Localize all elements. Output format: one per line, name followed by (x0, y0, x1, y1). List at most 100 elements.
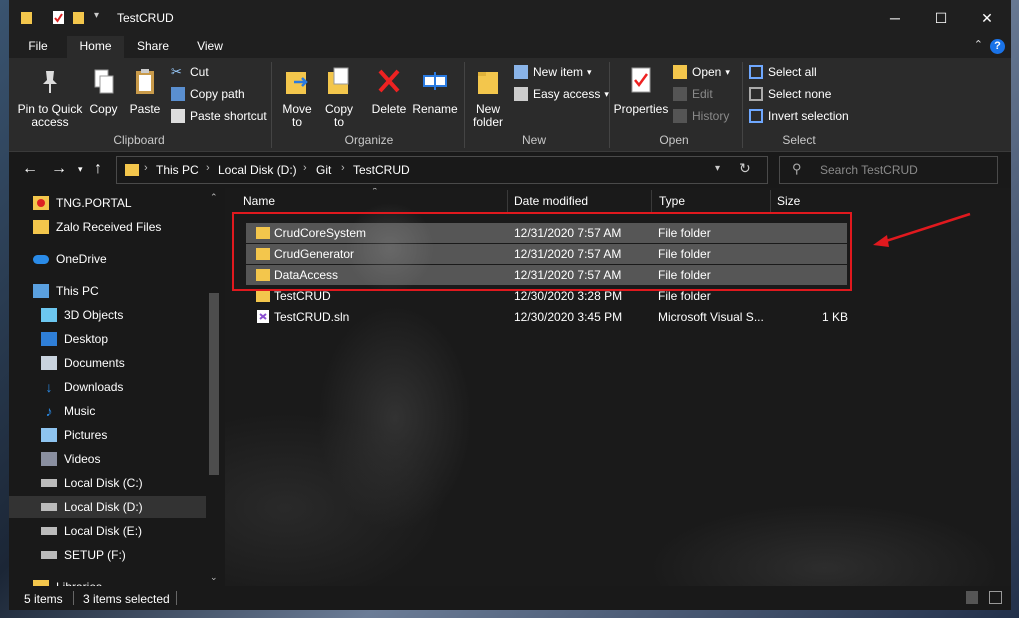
help-icon[interactable]: ? (990, 39, 1005, 54)
quick-access-dropdown-icon[interactable]: ▾ (94, 10, 99, 21)
sidebar-item-pictures[interactable]: Pictures (41, 424, 107, 446)
invert-selection-button[interactable]: Invert selection (749, 107, 849, 125)
status-divider (73, 591, 74, 605)
column-divider[interactable] (507, 190, 508, 214)
copy-path-button[interactable]: Copy path (171, 85, 245, 103)
sidebar-item-tng-portal[interactable]: TNG.PORTAL (33, 192, 132, 214)
file-size: 1 KB (822, 310, 849, 324)
sidebar-item-libraries[interactable]: Libraries (33, 576, 102, 586)
cube-icon (41, 308, 57, 322)
easy-access-button[interactable]: Easy access ▾ (514, 85, 609, 103)
move-to-button[interactable]: Move to (279, 66, 315, 129)
move-to-label: Move to (282, 102, 312, 129)
sidebar-item-label: TNG.PORTAL (56, 196, 132, 210)
properties-quick-icon[interactable] (52, 10, 65, 25)
sidebar-item-label: Zalo Received Files (56, 220, 162, 234)
folder-icon (21, 12, 32, 24)
sidebar-item-local-disk-d[interactable]: Local Disk (D:) (9, 496, 206, 518)
sidebar-item-local-disk-c[interactable]: Local Disk (C:) (41, 472, 143, 494)
scroll-up-icon[interactable]: ⌃ (210, 192, 218, 203)
chevron-right-icon: › (303, 162, 307, 174)
file-name: TestCRUD.sln (274, 310, 350, 324)
select-all-button[interactable]: Select all (749, 63, 817, 81)
back-icon[interactable]: ← (22, 160, 38, 178)
delete-button[interactable]: Delete (370, 66, 408, 116)
address-bar[interactable]: › This PC › Local Disk (D:) › Git › Test… (116, 156, 768, 184)
breadcrumb-this-pc[interactable]: This PC (156, 163, 199, 177)
sidebar-item-documents[interactable]: Documents (41, 352, 125, 374)
cut-button[interactable]: ✂ Cut (171, 63, 209, 81)
details-view-icon[interactable] (966, 591, 978, 604)
maximize-button[interactable]: ☐ (918, 0, 964, 36)
collapse-ribbon-icon[interactable]: ⌃ (974, 38, 983, 51)
chevron-right-icon: › (341, 162, 345, 174)
column-divider[interactable] (651, 190, 652, 214)
tab-file[interactable]: File (9, 36, 67, 58)
pin-label: Pin to Quick access (17, 102, 83, 129)
tab-view[interactable]: View (182, 36, 238, 58)
properties-button[interactable]: Properties (612, 66, 670, 116)
sort-ascending-icon: ⌃ (371, 188, 379, 196)
forward-icon[interactable]: → (51, 160, 67, 178)
file-type: Microsoft Visual S... (658, 310, 764, 324)
copy-path-label: Copy path (190, 87, 245, 101)
search-placeholder: Search TestCRUD (820, 163, 918, 177)
select-none-icon (749, 87, 763, 101)
address-dropdown-icon[interactable]: ▾ (715, 163, 720, 174)
open-label: Open (692, 65, 722, 79)
new-folder-button[interactable]: New folder (469, 66, 507, 129)
breadcrumb-git[interactable]: Git (316, 163, 331, 177)
sidebar-item-zalo-received-files[interactable]: Zalo Received Files (33, 216, 161, 238)
file-explorer-window: ▾ TestCRUD ─ ☐ ✕ File Home Share View ⌃ … (9, 0, 1011, 610)
sidebar-item-setup-f[interactable]: SETUP (F:) (41, 544, 126, 566)
sidebar-item-desktop[interactable]: Desktop (41, 328, 108, 350)
refresh-icon[interactable]: ↻ (739, 160, 751, 177)
paste-button[interactable]: Paste (127, 68, 163, 116)
scrollbar-thumb[interactable] (209, 293, 219, 475)
select-none-button[interactable]: Select none (749, 85, 831, 103)
navigation-bar: ← → ▾ ↑ › This PC › Local Disk (D:) › Gi… (9, 152, 1011, 188)
sidebar-scrollbar[interactable]: ⌃ ⌄ (206, 188, 223, 586)
column-header-size[interactable]: Size (777, 194, 800, 208)
file-type: File folder (658, 289, 711, 303)
folder-icon (33, 220, 49, 234)
column-header-type[interactable]: Type (659, 194, 685, 208)
open-button[interactable]: Open ▾ (673, 63, 730, 81)
breadcrumb-testcrud[interactable]: TestCRUD (353, 163, 410, 177)
column-header-name[interactable]: Name (243, 194, 275, 208)
sidebar-item-downloads[interactable]: ↓ Downloads (41, 376, 124, 398)
recent-locations-icon[interactable]: ▾ (78, 164, 83, 175)
tab-share[interactable]: Share (124, 36, 182, 58)
large-icons-view-icon[interactable] (989, 591, 1002, 604)
sidebar-item-this-pc[interactable]: This PC (33, 280, 99, 302)
paste-icon (136, 69, 154, 94)
new-folder-icon (478, 72, 498, 94)
close-button[interactable]: ✕ (964, 0, 1010, 36)
up-icon[interactable]: ↑ (94, 160, 102, 178)
sidebar-item-videos[interactable]: Videos (41, 448, 100, 470)
search-box[interactable]: ⚲ Search TestCRUD (779, 156, 998, 184)
paste-shortcut-icon (171, 109, 185, 123)
column-divider[interactable] (770, 190, 771, 214)
minimize-button[interactable]: ─ (872, 0, 918, 36)
edit-button[interactable]: Edit (673, 85, 713, 103)
sidebar-item-music[interactable]: ♪ Music (41, 400, 96, 422)
sidebar-item-local-disk-e[interactable]: Local Disk (E:) (41, 520, 142, 542)
copy-button[interactable]: Copy (87, 68, 120, 116)
sidebar-item-onedrive[interactable]: OneDrive (33, 248, 107, 270)
paste-shortcut-button[interactable]: Paste shortcut (171, 107, 267, 125)
sidebar-item-3d-objects[interactable]: 3D Objects (41, 304, 123, 326)
file-row[interactable]: TestCRUD.sln 12/30/2020 3:45 PM Microsof… (246, 307, 849, 327)
file-name: TestCRUD (274, 289, 331, 303)
column-header-date[interactable]: Date modified (514, 194, 588, 208)
new-item-button[interactable]: New item ▾ (514, 63, 592, 81)
copy-to-button[interactable]: Copy to (321, 66, 357, 129)
breadcrumb-local-disk-d[interactable]: Local Disk (D:) (218, 163, 297, 177)
pin-to-quick-access-button[interactable]: Pin to Quick access (14, 68, 86, 129)
ribbon-divider (742, 62, 743, 148)
rename-button[interactable]: Rename (412, 66, 458, 116)
history-button[interactable]: History (673, 107, 729, 125)
scroll-down-icon[interactable]: ⌄ (210, 572, 218, 583)
tab-home[interactable]: Home (67, 36, 124, 58)
new-folder-quick-icon[interactable] (72, 10, 85, 25)
